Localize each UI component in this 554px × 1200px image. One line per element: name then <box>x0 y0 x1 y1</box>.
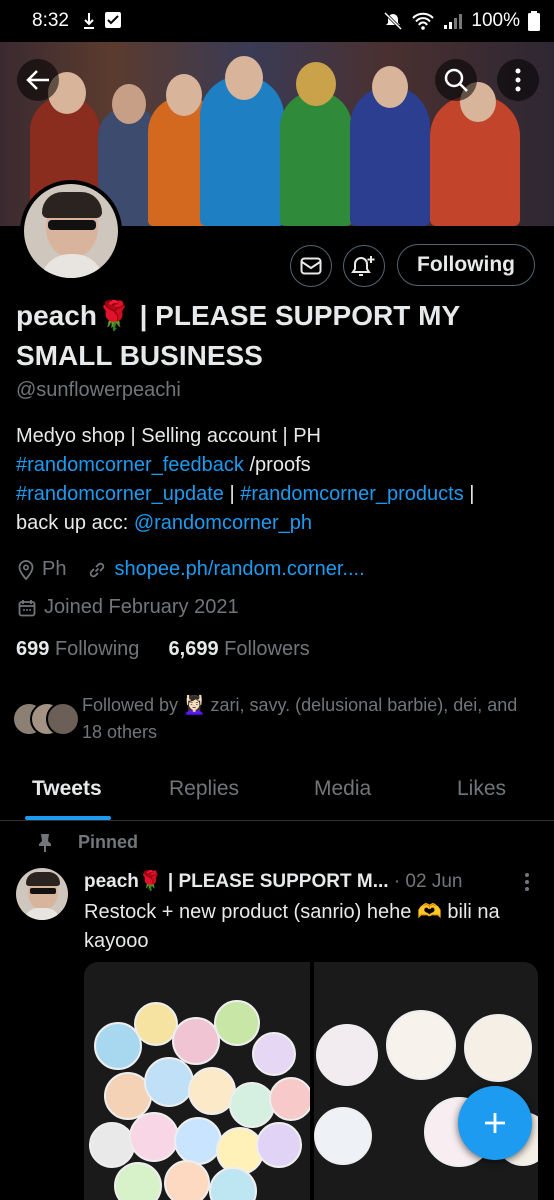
battery-percent: 100% <box>471 10 520 31</box>
plus-icon <box>485 1113 505 1133</box>
following-count: 699 <box>16 638 50 660</box>
location-icon <box>18 559 34 580</box>
more-vertical-icon <box>515 68 521 92</box>
following-button[interactable]: Following <box>397 244 535 286</box>
hashtag-link[interactable]: #randomcorner_update <box>16 483 224 505</box>
notify-button[interactable] <box>343 245 385 287</box>
more-button[interactable] <box>497 59 539 101</box>
follower-avatar <box>46 702 80 736</box>
tweet-image-2[interactable] <box>314 962 538 1200</box>
profile-tabs: Tweets Replies Media Likes <box>0 765 554 821</box>
back-arrow-icon <box>26 70 49 90</box>
bell-plus-icon <box>351 256 375 276</box>
signal-icon <box>444 14 463 29</box>
profile-joined: Joined February 2021 <box>44 596 239 618</box>
wifi-icon <box>412 12 435 30</box>
follow-counts: 699 Following 6,699 Followers <box>16 638 310 661</box>
followers-label: Followers <box>224 638 310 660</box>
bio-text: | <box>463 483 475 505</box>
following-label: Following <box>54 638 140 660</box>
banner-figure <box>280 91 352 226</box>
calendar-icon <box>18 599 36 616</box>
tweet-more-icon[interactable] <box>524 872 530 892</box>
hashtag-link[interactable]: #randomcorner_products <box>240 483 463 505</box>
status-time: 8:32 <box>32 10 69 31</box>
tweet-author-avatar[interactable] <box>16 868 68 920</box>
download-icon <box>84 13 94 29</box>
bio-text: Medyo shop | Selling account | PH <box>16 425 321 447</box>
search-icon <box>444 68 468 92</box>
profile-website-link[interactable]: shopee.ph/random.corner.... <box>114 558 364 581</box>
profile-joined-row: Joined February 2021 <box>18 596 239 619</box>
profile-handle: @sunflowerpeachi <box>16 379 181 401</box>
profile-location: Ph <box>42 558 67 580</box>
profile-name: peach🌹 | PLEASE SUPPORT MY SMALL BUSINES… <box>16 300 460 371</box>
tab-tweets[interactable]: Tweets <box>32 777 102 801</box>
search-button[interactable] <box>435 59 477 101</box>
mute-icon <box>384 11 403 31</box>
mention-link[interactable]: @randomcorner_ph <box>134 512 312 534</box>
battery-icon <box>528 11 540 31</box>
compose-tweet-button[interactable] <box>458 1086 532 1160</box>
bio-text: back up acc: <box>16 512 134 534</box>
mail-icon <box>300 257 322 275</box>
profile-bio: Medyo shop | Selling account | PH #rando… <box>16 422 541 538</box>
following-count-link[interactable]: 699 Following <box>16 638 139 660</box>
followers-count: 6,699 <box>168 638 219 660</box>
tweet-date: · 02 Jun <box>393 871 463 892</box>
tweet-text: Restock + new product (sanrio) hehe 🫶 bi… <box>84 901 500 952</box>
tweet-header: peach🌹 | PLEASE SUPPORT M... · 02 Jun <box>84 869 504 893</box>
message-button[interactable] <box>290 245 332 287</box>
link-icon <box>90 562 105 577</box>
profile-avatar[interactable] <box>20 180 122 282</box>
followers-count-link[interactable]: 6,699 Followers <box>169 638 310 660</box>
hashtag-link[interactable]: #randomcorner_feedback <box>16 454 244 476</box>
profile-meta-row: Ph shopee.ph/random.corner.... <box>18 558 365 581</box>
pinned-label: Pinned <box>78 832 139 852</box>
status-bar: 8:32 100% <box>0 0 554 42</box>
back-button[interactable] <box>17 59 59 101</box>
tweet-image-1[interactable] <box>84 962 310 1200</box>
bio-text: | <box>223 483 241 505</box>
check-box-icon <box>105 12 121 28</box>
followed-by-text[interactable]: Followed by 💆🏻‍♀️ zari, savy. (delusiona… <box>82 692 532 746</box>
pin-icon <box>39 833 51 852</box>
bio-text: /proofs <box>243 454 311 476</box>
tweet-author-name[interactable]: peach🌹 | PLEASE SUPPORT M... <box>84 871 389 892</box>
pinned-label-row: Pinned <box>38 832 138 853</box>
tab-replies[interactable]: Replies <box>169 777 239 801</box>
tab-media[interactable]: Media <box>314 777 371 801</box>
tab-likes[interactable]: Likes <box>457 777 506 801</box>
active-tab-indicator <box>25 816 111 820</box>
